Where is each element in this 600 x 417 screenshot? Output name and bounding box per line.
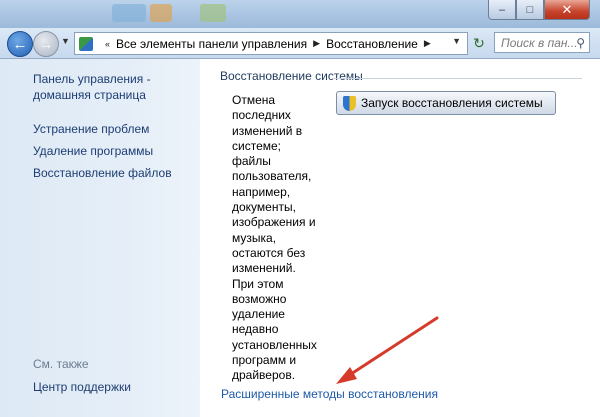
sidebar-item-uninstall-program[interactable]: Удаление программы [33,143,153,159]
search-icon[interactable]: ⚲ [576,36,585,50]
sidebar-item-action-center[interactable]: Центр поддержки [33,379,131,395]
launch-system-restore-button[interactable]: Запуск восстановления системы [336,91,556,115]
control-panel-icon [79,36,93,51]
background-taskbar-item [150,4,172,22]
search-placeholder: Поиск в пан... [501,35,578,50]
sidebar-item-control-panel-home[interactable]: Панель управления - домашняя страница [33,71,151,103]
address-bar[interactable]: « Все элементы панели управления ▶ Восст… [74,32,468,55]
main-content: Восстановление системы Отмена последних … [200,59,600,417]
advanced-recovery-methods-link[interactable]: Расширенные методы восстановления [221,387,438,401]
sidebar-item-file-recovery[interactable]: Восстановление файлов [33,165,172,181]
search-input[interactable]: Поиск в пан... ⚲ [494,32,590,53]
recovery-description: Отмена последних изменений в системе; фа… [232,93,317,383]
caption-buttons: – □ ✕ [488,0,590,20]
breadcrumb-item-recovery[interactable]: Восстановление [326,37,418,51]
breadcrumb-chevron-icon[interactable]: « [105,39,110,49]
recent-pages-dropdown-icon[interactable]: ▼ [61,36,70,46]
minimize-button[interactable]: – [488,0,516,20]
address-dropdown-icon[interactable]: ▼ [452,36,461,46]
background-taskbar-item [200,4,226,22]
close-button[interactable]: ✕ [544,0,590,20]
shield-icon [343,95,356,111]
background-taskbar-item [112,4,146,22]
breadcrumb-separator-icon[interactable]: ▶ [424,38,431,49]
section-title: Восстановление системы [220,69,363,83]
breadcrumb-item-all-items[interactable]: Все элементы панели управления [116,37,307,51]
forward-arrow-icon[interactable]: → [33,31,59,57]
navigation-bar: ← → ▼ « Все элементы панели управления ▶… [0,28,600,59]
see-also-label: См. также [33,357,89,371]
launch-system-restore-label: Запуск восстановления системы [361,96,543,110]
breadcrumb-separator-icon[interactable]: ▶ [313,38,320,49]
sidebar: Панель управления - домашняя страница Ус… [0,59,200,417]
back-arrow-icon[interactable]: ← [7,31,33,57]
maximize-button[interactable]: □ [516,0,544,20]
section-divider [332,78,582,79]
refresh-icon[interactable]: ↻ [470,34,488,52]
sidebar-item-troubleshooting[interactable]: Устранение проблем [33,121,149,137]
title-bar: – □ ✕ [0,0,600,28]
